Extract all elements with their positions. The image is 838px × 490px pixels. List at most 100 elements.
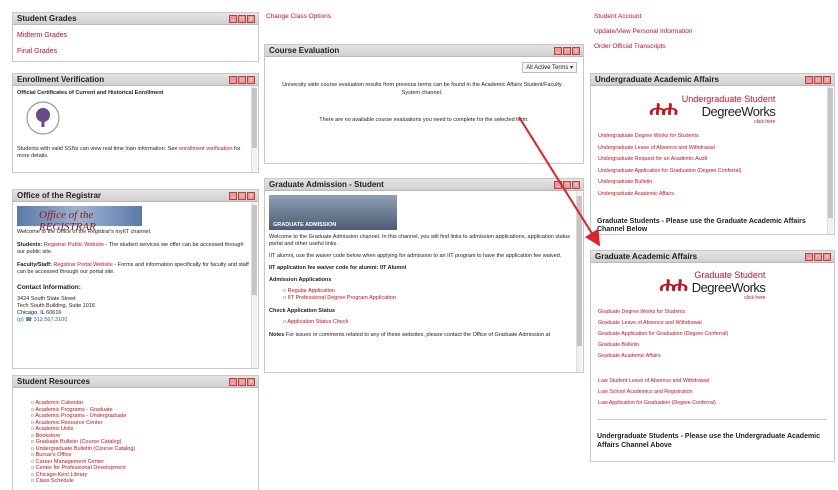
logo-click: click here (754, 119, 776, 125)
undergrad-affairs-link[interactable]: Undergraduate Request for an Academic Au… (598, 154, 828, 166)
minimize-icon[interactable]: _ (229, 378, 237, 386)
maximize-icon[interactable]: □ (563, 181, 571, 189)
law-affairs-link[interactable]: Law School Academics and Registration (598, 387, 828, 398)
enrollment-verification-panel: Enrollment Verification _ □ x Official Cer… (12, 73, 259, 173)
scrollbar[interactable] (251, 202, 257, 368)
registrar-portal-website-link[interactable]: Registrar Portal Website (53, 262, 113, 268)
alumni-note: IIT alumni, use the waiver code below wh… (269, 253, 562, 259)
undergrad-affairs-link[interactable]: Undergraduate Leave of Absence and Withd… (598, 143, 828, 155)
window-controls[interactable]: _ □ x (554, 181, 580, 189)
people-icon: ሐሐ (659, 274, 688, 296)
application-status-link[interactable]: Application Status Check (283, 319, 571, 326)
address-line: Chicago, IL 60616 (17, 310, 62, 316)
maximize-icon[interactable]: □ (814, 253, 822, 261)
minimize-icon[interactable]: _ (554, 47, 562, 55)
logo-line2: DegreeWorks (701, 104, 776, 119)
scrollbar[interactable] (576, 191, 582, 372)
midterm-grades-link[interactable]: Midterm Grades (17, 28, 254, 44)
course-evaluation-panel: Course Evaluation _ □ x All Active Terms ▾… (264, 44, 584, 164)
scrollbar[interactable] (251, 86, 257, 172)
window-controls[interactable]: _ □ x (229, 192, 255, 200)
logo-line1: Undergraduate Student (681, 94, 776, 104)
term-dropdown[interactable]: All Active Terms ▾ (522, 62, 577, 73)
minimize-icon[interactable]: _ (554, 181, 562, 189)
resource-link[interactable]: Class Schedule (31, 478, 258, 485)
close-icon[interactable]: x (247, 378, 255, 386)
graduate-affairs-link[interactable]: Graduate Bulletin (598, 340, 828, 351)
law-links: Law Student Leave of Absence and Withdra… (591, 362, 834, 409)
window-controls[interactable]: _ □ x (805, 253, 831, 261)
minimize-icon[interactable]: _ (229, 15, 237, 23)
minimize-icon[interactable]: _ (229, 76, 237, 84)
maximize-icon[interactable]: □ (238, 76, 246, 84)
close-icon[interactable]: x (572, 47, 580, 55)
window-controls[interactable]: _ □ x (229, 378, 255, 386)
university-seal-icon (26, 101, 60, 135)
minimize-icon[interactable]: _ (229, 192, 237, 200)
maximize-icon[interactable]: □ (814, 76, 822, 84)
minimize-icon[interactable]: _ (805, 76, 813, 84)
close-icon[interactable]: x (247, 192, 255, 200)
close-icon[interactable]: x (247, 15, 255, 23)
graduate-affairs-link[interactable]: Graduate Application for Graduation (Deg… (598, 329, 828, 340)
panel-title: Office of the Registrar (17, 191, 102, 200)
maximize-icon[interactable]: □ (563, 47, 571, 55)
degreeworks-logo-button[interactable]: ሐሐ Undergraduate Student DegreeWorks cli… (591, 94, 834, 125)
resource-list: Academic CalendarAcademic Programs - Gra… (13, 388, 258, 485)
close-icon[interactable]: x (572, 181, 580, 189)
law-affairs-link[interactable]: Law Application for Graduation (Degree C… (598, 398, 828, 409)
close-icon[interactable]: x (247, 76, 255, 84)
change-class-options-link[interactable]: Change Class Options (266, 13, 331, 20)
no-evaluations-text: There are no available course evaluation… (319, 117, 529, 123)
minimize-icon[interactable]: _ (805, 253, 813, 261)
logo-click: click here (744, 295, 766, 301)
graduate-affairs-link[interactable]: Graduate Degree Works for Students (598, 307, 828, 318)
window-controls[interactable]: _ □ x (805, 76, 831, 84)
application-status-heading: Check Application Status (269, 308, 336, 314)
scrollbar[interactable] (827, 86, 833, 234)
undergrad-footer: Graduate Students - Please use the Gradu… (597, 218, 806, 233)
registrar-public-website-link[interactable]: Registrar Public Website (44, 242, 104, 248)
panel-title: Course Evaluation (269, 46, 340, 55)
panel-title: Student Grades (17, 14, 77, 23)
panel-title: Graduate Admission - Student (269, 180, 384, 189)
graduate-affairs-link[interactable]: Graduate Leave of Absence and Withdrawal (598, 318, 828, 329)
undergrad-affairs-link[interactable]: Undergraduate Degree Works for Students (598, 131, 828, 143)
close-icon[interactable]: x (823, 253, 831, 261)
close-icon[interactable]: x (823, 76, 831, 84)
enrollment-heading: Official Certificates of Current and His… (17, 90, 164, 96)
faculty-label: Faculty/Staff: (17, 262, 54, 268)
window-controls[interactable]: _ □ x (229, 15, 255, 23)
undergrad-affairs-link[interactable]: Undergraduate Application for Graduation… (598, 166, 828, 178)
degreeworks-logo-button[interactable]: ሐሐ Graduate Student DegreeWorks click he… (591, 270, 834, 301)
term-dropdown-value: All Active Terms (526, 65, 569, 71)
panel-header: Student Grades _ □ x (13, 13, 258, 25)
order-transcripts-link[interactable]: Order Official Transcripts (594, 43, 666, 50)
maximize-icon[interactable]: □ (238, 15, 246, 23)
phone-link[interactable]: 312.567.3100 (34, 317, 68, 323)
logo-line1: Graduate Student (694, 270, 766, 280)
students-label: Students: (17, 242, 44, 248)
evaluation-info: University wide course evaluation result… (282, 82, 562, 96)
waiver-code: IIT application fee waiver code for alum… (269, 265, 407, 271)
professional-degree-application-link[interactable]: IIT Professional Degree Program Applicat… (283, 295, 571, 302)
graduate-admission-banner-label: GRADUATE ADMISSION (273, 222, 337, 228)
maximize-icon[interactable]: □ (238, 378, 246, 386)
final-grades-link[interactable]: Final Grades (17, 44, 254, 60)
panel-title: Undergraduate Academic Affairs (595, 75, 719, 84)
undergrad-affairs-link[interactable]: Undergraduate Academic Affairs (598, 189, 828, 201)
student-grades-panel: Student Grades _ □ x Midterm Grades Final … (12, 12, 259, 62)
window-controls[interactable]: _ □ x (229, 76, 255, 84)
maximize-icon[interactable]: □ (238, 192, 246, 200)
student-account-link[interactable]: Student Account (594, 13, 641, 20)
enrollment-verification-link[interactable]: enrollment verification (179, 146, 233, 152)
personal-information-link[interactable]: Update/View Personal Information (594, 28, 693, 35)
people-icon: ሐሐ (649, 98, 678, 120)
undergrad-affairs-link[interactable]: Undergraduate Bulletin (598, 177, 828, 189)
window-controls[interactable]: _ □ x (554, 47, 580, 55)
graduate-admission-panel: Graduate Admission - Student _ □ x GRADUAT… (264, 178, 584, 373)
graduate-affairs-link[interactable]: Graduate Academic Affairs (598, 351, 828, 362)
regular-application-link[interactable]: Regular Application (283, 288, 571, 295)
contact-heading: Contact Information: (17, 284, 81, 291)
law-affairs-link[interactable]: Law Student Leave of Absence and Withdra… (598, 376, 828, 387)
